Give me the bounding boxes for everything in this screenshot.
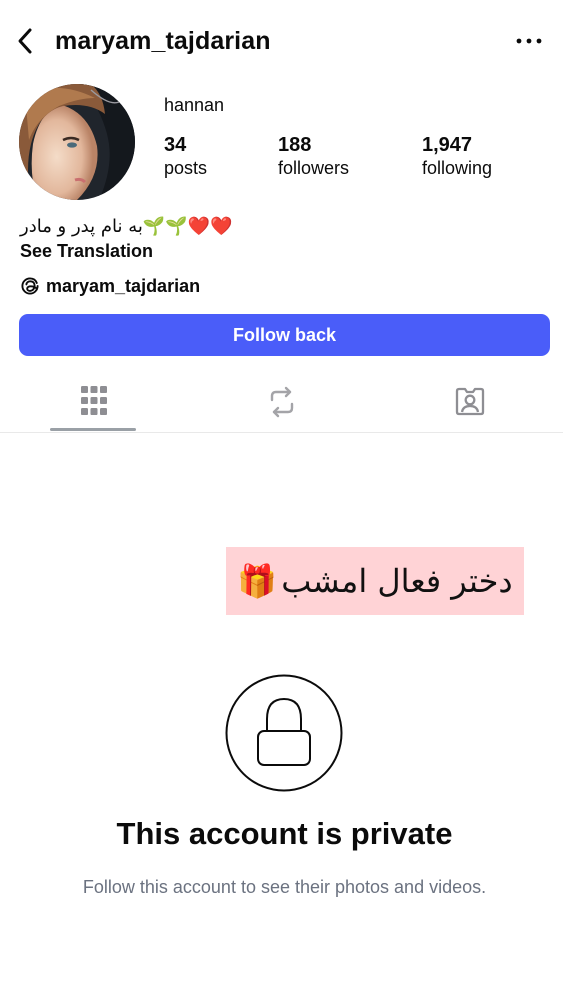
tab-reposts[interactable] xyxy=(188,380,376,430)
overlay-text: دختر فعال امشب xyxy=(281,562,513,600)
lock-icon xyxy=(225,674,343,792)
stat-label: followers xyxy=(278,158,350,178)
stat-posts[interactable]: 34 posts xyxy=(164,133,207,179)
display-name: hannan xyxy=(164,95,225,115)
grid-icon xyxy=(81,386,107,415)
overlay-banner: 🎁 دختر فعال امشب xyxy=(226,547,524,615)
stat-value: 1,947 xyxy=(422,134,473,156)
tagged-icon xyxy=(455,387,485,416)
follow-back-button[interactable]: Follow back xyxy=(19,314,550,356)
see-translation-link[interactable]: See Translation xyxy=(20,240,153,262)
chevron-left-icon xyxy=(18,28,32,54)
threads-icon xyxy=(21,277,39,295)
stat-label: posts xyxy=(164,158,208,178)
profile-bio: به نام پدر و مادر🌱🌱❤️❤️ xyxy=(20,216,233,237)
stat-value: 34 xyxy=(164,134,187,156)
reposts-icon xyxy=(270,386,294,418)
avatar[interactable] xyxy=(19,84,135,200)
profile-username: maryam_tajdarian xyxy=(55,27,271,55)
stat-value: 188 xyxy=(278,134,312,156)
stat-label: following xyxy=(422,158,493,178)
private-account-title: This account is private xyxy=(116,816,453,851)
avatar-photo xyxy=(19,84,135,200)
more-horizontal-icon xyxy=(516,38,542,44)
stat-following[interactable]: 1,947 following xyxy=(422,133,492,179)
threads-profile-link[interactable]: maryam_tajdarian xyxy=(20,275,200,297)
stat-followers[interactable]: 188 followers xyxy=(278,133,349,179)
tab-posts-grid[interactable] xyxy=(0,380,188,430)
tab-selected-indicator xyxy=(50,428,136,431)
divider xyxy=(0,432,563,433)
more-options-button[interactable] xyxy=(512,26,546,56)
gift-icon: 🎁 xyxy=(237,563,278,599)
threads-handle: maryam_tajdarian xyxy=(46,276,201,296)
tab-tagged[interactable] xyxy=(376,380,563,430)
back-button[interactable] xyxy=(10,24,40,58)
private-account-subtitle: Follow this account to see their photos … xyxy=(82,877,487,897)
